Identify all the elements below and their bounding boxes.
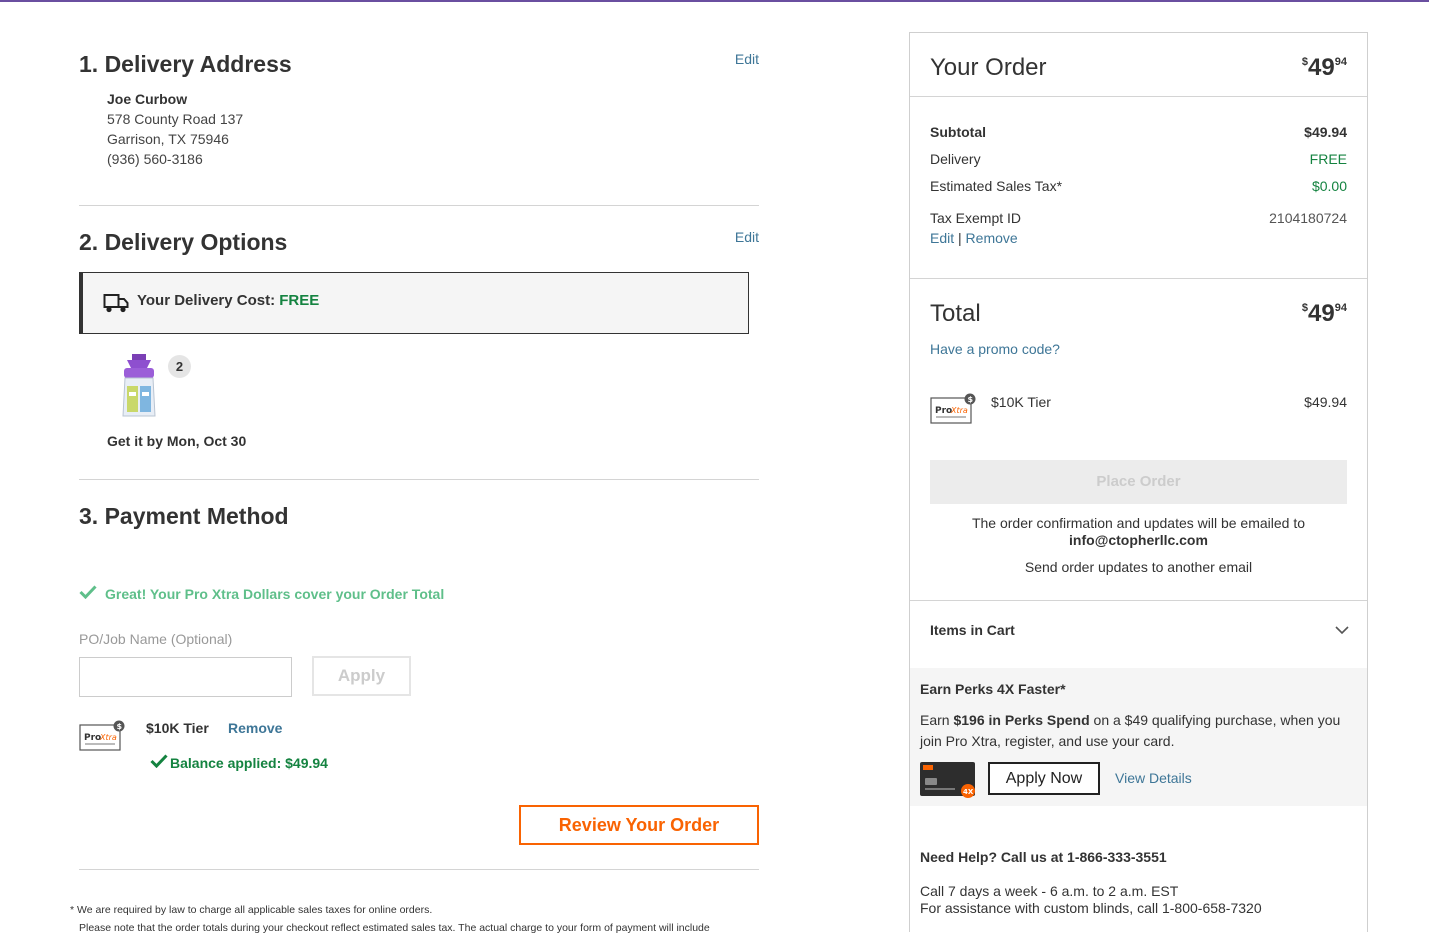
your-order-title: Your Order <box>930 54 1047 81</box>
delivery-label: Delivery <box>930 151 981 167</box>
review-order-button[interactable]: Review Your Order <box>519 805 759 845</box>
delivery-options-title: 2. Delivery Options <box>79 229 288 255</box>
divider <box>910 96 1367 97</box>
summary-tier-label: $10K Tier <box>991 394 1051 410</box>
tier-name: $10K Tier <box>146 720 209 736</box>
svg-text:Xtra: Xtra <box>950 406 968 415</box>
po-job-name-input[interactable] <box>79 657 292 697</box>
perks-title: Earn Perks 4X Faster* <box>920 681 1066 697</box>
delivery-cost-label: Your Delivery Cost: <box>137 292 276 309</box>
view-details-link[interactable]: View Details <box>1115 770 1192 786</box>
tax-exempt-remove-link[interactable]: Remove <box>966 230 1018 246</box>
address-city: Garrison, TX 75946 <box>107 131 229 147</box>
perks-badge: 4X <box>963 788 974 796</box>
payment-success-text: Great! Your Pro Xtra Dollars cover your … <box>105 586 445 602</box>
help-title: Need Help? Call us at 1-866-333-3551 <box>920 849 1167 865</box>
svg-text:Xtra: Xtra <box>99 733 117 742</box>
perks-body-prefix: Earn <box>920 712 954 728</box>
payment-method-title: 3. Payment Method <box>79 503 289 529</box>
sales-tax-value: $0.00 <box>1311 178 1347 194</box>
order-price-currency: $ <box>1301 56 1309 68</box>
help-line-2: For assistance with custom blinds, call … <box>920 900 1262 916</box>
delivery-options-edit-link[interactable]: Edit <box>735 229 759 245</box>
total-price-dollars: 49 <box>1308 300 1335 327</box>
order-price-dollars: 49 <box>1308 54 1335 81</box>
quantity-badge: 2 <box>168 355 191 378</box>
help-body: Call 7 days a week - 6 a.m. to 2 a.m. ES… <box>920 883 1262 917</box>
footnote-line-2: Please note that the order totals during… <box>79 922 710 934</box>
tax-exempt-edit-link[interactable]: Edit <box>930 230 954 246</box>
divider <box>79 479 759 480</box>
po-job-name-label: PO/Job Name (Optional) <box>79 631 233 647</box>
summary-tier-value: $49.94 <box>1304 394 1347 410</box>
total-title: Total <box>930 300 981 327</box>
total-price-cents: 94 <box>1334 302 1347 314</box>
divider <box>79 205 759 206</box>
remove-tier-link[interactable]: Remove <box>228 720 282 736</box>
perks-promo: Earn Perks 4X Faster* Earn $196 in Perks… <box>910 668 1367 806</box>
delivery-address-edit-link[interactable]: Edit <box>735 51 759 67</box>
total-price-currency: $ <box>1301 302 1309 314</box>
divider <box>910 278 1367 279</box>
top-accent-bar <box>0 0 1429 2</box>
delivery-value: FREE <box>1309 151 1347 167</box>
address-street: 578 County Road 137 <box>107 111 244 127</box>
delivery-address-block: Joe Curbow 578 County Road 137 Garrison,… <box>107 89 243 169</box>
pro-xtra-dollars-logo: Pro Xtra $ <box>79 720 125 751</box>
svg-text:Pro: Pro <box>84 733 101 743</box>
sales-tax-label: Estimated Sales Tax* <box>930 178 1063 194</box>
tax-exempt-actions: Edit | Remove <box>930 230 1018 246</box>
total-price: $4994 <box>1302 300 1347 328</box>
chevron-down-icon[interactable] <box>1335 625 1349 635</box>
svg-text:$: $ <box>117 722 123 731</box>
tax-exempt-label: Tax Exempt ID <box>930 210 1022 226</box>
subtotal-value: $49.94 <box>1304 124 1347 140</box>
balance-applied: Balance applied: $49.94 <box>150 754 328 771</box>
divider <box>79 869 759 870</box>
check-icon <box>150 754 168 768</box>
svg-text:$: $ <box>968 395 974 404</box>
delivery-address-title: 1. Delivery Address <box>79 51 292 77</box>
recipient-name: Joe Curbow <box>107 91 188 107</box>
check-icon <box>79 585 97 599</box>
balance-applied-text: Balance applied: $49.94 <box>170 755 328 771</box>
order-summary-panel: Your Order $4994 Subtotal $49.94 Deliver… <box>909 32 1368 932</box>
order-price: $4994 <box>1302 54 1347 82</box>
truck-icon <box>103 294 129 313</box>
credit-card-image: 4X <box>920 762 975 798</box>
apply-po-button[interactable]: Apply <box>312 656 411 696</box>
pro-xtra-dollars-logo: Pro Xtra $ <box>930 393 976 424</box>
delivery-cost-box: Your Delivery Cost: FREE <box>79 272 749 334</box>
confirmation-email: info@ctopherllc.com <box>1069 532 1208 548</box>
svg-text:Pro: Pro <box>935 406 952 416</box>
product-thumbnail <box>122 354 156 417</box>
perks-body: Earn $196 in Perks Spend on a $49 qualif… <box>920 710 1350 752</box>
help-line-1: Call 7 days a week - 6 a.m. to 2 a.m. ES… <box>920 883 1179 899</box>
order-price-cents: 94 <box>1334 56 1347 68</box>
delivery-cost-text: Your Delivery Cost: FREE <box>137 292 319 309</box>
subtotal-label: Subtotal <box>930 124 986 140</box>
perks-body-bold: $196 in Perks Spend <box>953 712 1090 728</box>
delivery-eta: Get it by Mon, Oct 30 <box>107 433 247 449</box>
send-updates-link[interactable]: Send order updates to another email <box>910 558 1367 576</box>
items-in-cart-label[interactable]: Items in Cart <box>930 622 1015 638</box>
footnote-line-1: * We are required by law to charge all a… <box>70 904 433 916</box>
confirmation-text: The order confirmation and updates will … <box>971 515 1306 531</box>
link-separator: | <box>958 230 962 246</box>
delivery-cost-value: FREE <box>279 292 320 309</box>
payment-success-message: Great! Your Pro Xtra Dollars cover your … <box>79 585 444 602</box>
apply-now-button[interactable]: Apply Now <box>988 762 1100 795</box>
place-order-button[interactable]: Place Order <box>930 460 1347 504</box>
address-phone: (936) 560-3186 <box>107 151 203 167</box>
tax-exempt-value: 2104180724 <box>1269 210 1347 226</box>
divider <box>910 600 1367 601</box>
promo-code-link[interactable]: Have a promo code? <box>930 341 1060 357</box>
